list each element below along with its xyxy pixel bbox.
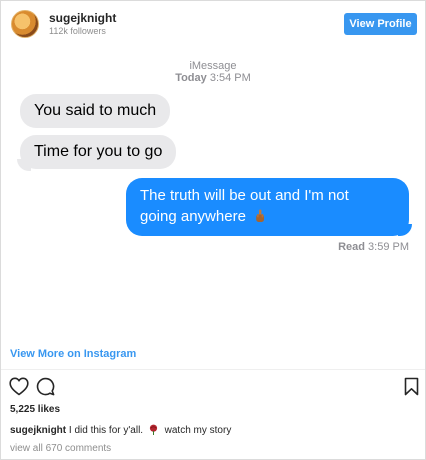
- post-caption: sugejknight I did this for y'all. watch …: [10, 424, 231, 436]
- bubble-tail: [17, 159, 31, 171]
- read-receipt: Read 3:59 PM: [1, 241, 409, 253]
- read-label: Read: [338, 241, 365, 253]
- caption-text-1: I did this for y'all.: [68, 425, 144, 436]
- heart-icon[interactable]: [9, 377, 29, 396]
- outgoing-text-line-2: going anywhere: [140, 206, 395, 227]
- view-profile-button[interactable]: View Profile: [344, 13, 417, 35]
- bookmark-icon[interactable]: [404, 377, 419, 396]
- view-more-link[interactable]: View More on Instagram: [10, 348, 136, 360]
- imessage-label: iMessage: [189, 60, 237, 72]
- username-link[interactable]: sugejknight: [49, 11, 116, 25]
- message-timestamp: Today 3:54 PM: [1, 72, 425, 84]
- view-all-comments-link[interactable]: view all 670 comments: [10, 443, 111, 454]
- incoming-text: Time for you to go: [34, 143, 163, 160]
- caption-username[interactable]: sugejknight: [10, 425, 66, 436]
- rose-emoji-icon: [149, 424, 157, 435]
- outgoing-text-line-1: The truth will be out and I'm not: [140, 187, 349, 204]
- incoming-bubble: Time for you to go: [20, 135, 177, 169]
- instagram-embed-card: sugejknight 112k followers View Profile …: [0, 0, 426, 460]
- post-header: sugejknight 112k followers View Profile: [1, 1, 425, 47]
- outgoing-bubble: The truth will be out and I'm not going …: [126, 178, 409, 236]
- avatar[interactable]: [11, 10, 39, 38]
- read-time: 3:59 PM: [368, 241, 409, 253]
- caption-text-2: watch my story: [164, 425, 232, 436]
- incoming-bubble: You said to much: [20, 94, 171, 128]
- post-image-imessage[interactable]: iMessage Today 3:54 PM You said to much …: [1, 47, 425, 343]
- middle-finger-emoji-icon: [256, 209, 265, 222]
- outgoing-text-line-2-text: going anywhere: [140, 208, 246, 225]
- divider: [1, 369, 425, 370]
- like-count[interactable]: 5,225 likes: [10, 404, 60, 415]
- timestamp-time: 3:54 PM: [209, 72, 251, 84]
- incoming-text: You said to much: [34, 102, 157, 119]
- timestamp-day: Today: [175, 72, 207, 84]
- bubble-tail: [398, 224, 412, 236]
- comment-icon[interactable]: [36, 377, 55, 396]
- follower-count: 112k followers: [49, 26, 106, 36]
